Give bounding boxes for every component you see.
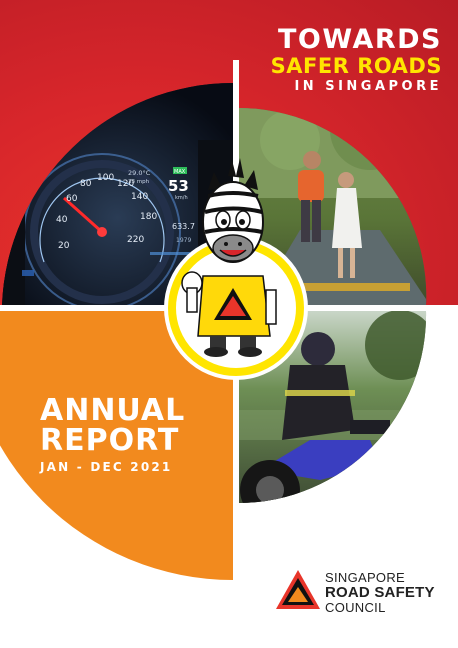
needle-hub-icon xyxy=(97,227,107,237)
logo-line-2: ROAD SAFETY xyxy=(325,584,435,601)
odometer-readout: 633.7 xyxy=(172,222,195,231)
man-figure xyxy=(303,151,321,169)
rider-jacket xyxy=(282,365,355,440)
speed-limit-label: MAX xyxy=(174,169,186,175)
tick-40: 40 xyxy=(56,215,68,225)
rsc-logo: SINGAPORE ROAD SAFETY COUNCIL xyxy=(274,567,446,623)
title-line-1: TOWARDS xyxy=(278,24,442,55)
cover-title: TOWARDS SAFER ROADS IN SINGAPORE xyxy=(271,26,442,96)
report-heading: ANNUAL REPORT JAN - DEC 2021 xyxy=(40,393,186,475)
logo-line-1: SINGAPORE xyxy=(325,570,405,585)
tick-140: 140 xyxy=(131,192,148,202)
trip-readout: 33 mph xyxy=(128,179,150,185)
odometer-sub: 1979 xyxy=(176,237,191,244)
digital-speed: 53 xyxy=(168,177,189,195)
logo-line-3: COUNCIL xyxy=(325,600,386,615)
title-line-3: IN SINGAPORE xyxy=(294,79,442,94)
rsc-logo-text: SINGAPORE ROAD SAFETY COUNCIL xyxy=(325,571,435,615)
title-line-2: SAFER ROADS xyxy=(270,54,442,78)
tick-80: 80 xyxy=(80,179,92,189)
temperature-readout: 29.0°C xyxy=(128,169,151,177)
cover-artwork: 20 40 60 80 100 120 140 180 220 29.0°C 3… xyxy=(0,60,458,609)
tick-20: 20 xyxy=(58,241,70,251)
helmet-icon xyxy=(301,332,335,366)
tick-100: 100 xyxy=(97,173,114,183)
girl-figure xyxy=(338,172,354,188)
report-line-2: REPORT xyxy=(40,423,180,458)
tick-220: 220 xyxy=(127,235,144,245)
report-line-1: ANNUAL xyxy=(40,393,186,428)
tick-180: 180 xyxy=(140,212,157,222)
report-period: JAN - DEC 2021 xyxy=(40,460,173,474)
speed-unit: km/h xyxy=(175,195,188,201)
tick-60: 60 xyxy=(66,194,78,204)
annual-report-cover: 20 40 60 80 100 120 140 180 220 29.0°C 3… xyxy=(0,0,458,648)
